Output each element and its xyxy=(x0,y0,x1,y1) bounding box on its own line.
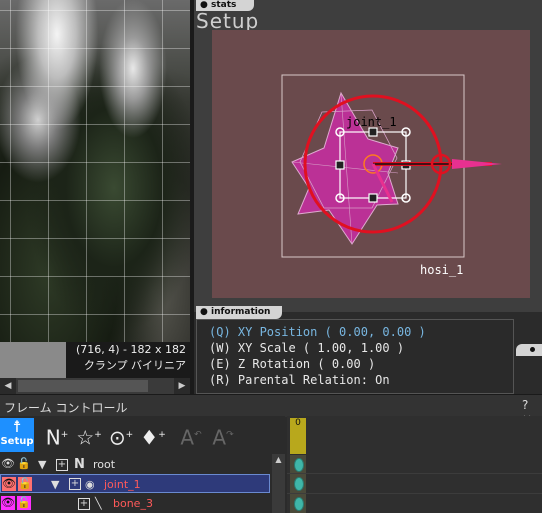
setup-canvas[interactable]: joint_1 hosi_1 xyxy=(212,30,530,298)
keyframe-icon[interactable] xyxy=(294,497,304,511)
rig-preview[interactable]: joint_1 hosi_1 xyxy=(212,30,530,298)
bone-node-icon: ╲ xyxy=(95,497,102,510)
visibility-eye-icon[interactable]: 👁 xyxy=(1,457,15,471)
timeline-row-divider xyxy=(287,473,542,474)
tree-item-label: root xyxy=(93,458,116,471)
add-bone-icon[interactable]: ♦+ xyxy=(138,420,168,452)
tree-row-joint-1[interactable]: 👁 🔓 ▼ + ◉ joint_1 xyxy=(0,474,270,493)
joint-node-icon: ◉ xyxy=(85,478,95,491)
collapse-box-icon[interactable]: + xyxy=(69,478,81,490)
sprite-label: hosi_1 xyxy=(420,263,463,277)
info-xy-position[interactable]: (Q) XY Position ( 0.00, 0.00 ) xyxy=(209,324,513,340)
move-handle[interactable] xyxy=(335,160,345,170)
add-joint-icon[interactable]: ⊙+ xyxy=(106,420,136,452)
expand-arrow-icon[interactable]: ▼ xyxy=(51,475,59,494)
info-xy-scale[interactable]: (W) XY Scale ( 1.00, 1.00 ) xyxy=(209,340,513,356)
bone-arrow xyxy=(452,159,502,169)
collapsed-panel-tab[interactable] xyxy=(516,344,542,356)
timeline-panel[interactable] xyxy=(287,416,542,513)
current-frame-marker[interactable]: 0 xyxy=(290,418,306,454)
information-tab[interactable]: ● information xyxy=(196,306,282,319)
figure-icon: ☨ xyxy=(12,417,22,436)
tree-vertical-scrollbar[interactable]: ▲ xyxy=(272,454,285,513)
scroll-right-arrow-icon[interactable]: ▶ xyxy=(174,378,190,394)
collapse-box-icon[interactable]: + xyxy=(78,498,90,510)
tree-item-label: bone_3 xyxy=(113,497,153,510)
move-handle[interactable] xyxy=(368,127,378,137)
information-panel: (Q) XY Position ( 0.00, 0.00 ) (W) XY Sc… xyxy=(196,319,514,394)
viewer-corner xyxy=(0,342,66,378)
viewer-filter-mode: クランプ バイリニア xyxy=(83,359,186,372)
visibility-eye-icon[interactable]: 👁 xyxy=(2,477,16,491)
unlock-icon[interactable]: 🔓 xyxy=(17,496,31,510)
setup-mode-button[interactable]: ☨ Setup xyxy=(0,418,34,452)
viewer-coordinates: (716, 4) - 182 x 182 xyxy=(75,343,186,356)
undo-icon[interactable]: A↶ xyxy=(176,420,206,452)
image-viewer[interactable] xyxy=(0,0,190,342)
add-sprite-icon[interactable]: ☆+ xyxy=(74,420,104,452)
joint-label: joint_1 xyxy=(346,115,397,129)
tree-item-label: joint_1 xyxy=(104,478,141,491)
move-handle[interactable] xyxy=(368,193,378,203)
tree-row-bone-3[interactable]: 👁 🔓 + ╲ bone_3 xyxy=(0,494,270,513)
collapse-box-icon[interactable]: + xyxy=(56,459,68,471)
add-null-icon[interactable]: N+ xyxy=(42,420,72,452)
expand-arrow-icon[interactable]: ▼ xyxy=(38,455,46,474)
viewer-grid xyxy=(0,0,190,342)
keyframe-icon[interactable] xyxy=(294,458,304,472)
setup-button-label: Setup xyxy=(0,436,34,447)
unlock-icon[interactable]: 🔓 xyxy=(17,457,31,471)
timeline-row-divider xyxy=(287,493,542,494)
info-parental-relation[interactable]: (R) Parental Relation: On xyxy=(209,372,513,388)
tree-row-root[interactable]: 👁 🔓 ▼ + N root xyxy=(0,455,270,474)
scroll-thumb[interactable] xyxy=(18,380,148,392)
frame-control-title: フレーム コントロール xyxy=(4,401,128,415)
help-button[interactable]: ? xyxy=(522,398,528,412)
redo-icon[interactable]: A↷ xyxy=(208,420,238,452)
information-tab-label: information xyxy=(211,307,271,317)
info-z-rotation[interactable]: (E) Z Rotation ( 0.00 ) xyxy=(209,356,513,372)
unlock-icon[interactable]: 🔓 xyxy=(18,477,32,491)
viewer-status: (716, 4) - 182 x 182 クランプ バイリニア xyxy=(66,342,190,378)
viewer-horizontal-scrollbar[interactable]: ◀ ▶ xyxy=(0,378,190,394)
frame-number: 0 xyxy=(295,418,301,428)
keyframe-icon[interactable] xyxy=(294,477,304,491)
scroll-up-arrow-icon[interactable]: ▲ xyxy=(272,454,285,466)
visibility-eye-icon[interactable]: 👁 xyxy=(1,496,15,510)
scroll-left-arrow-icon[interactable]: ◀ xyxy=(0,378,16,394)
null-node-icon: N xyxy=(74,457,85,472)
